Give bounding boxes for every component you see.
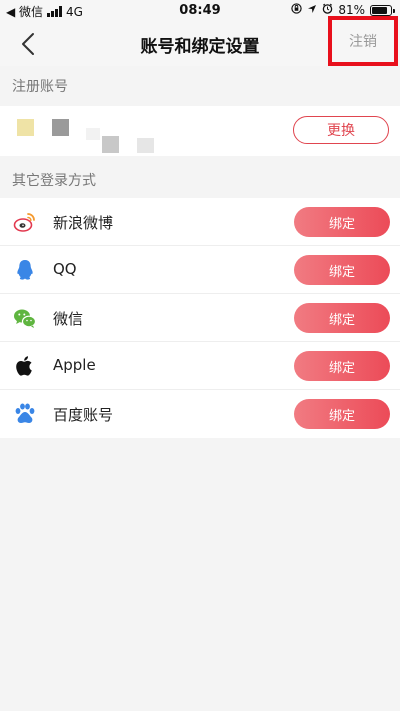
- battery-percent: 81%: [338, 3, 365, 17]
- baidu-icon: [13, 402, 37, 426]
- wechat-icon: [13, 306, 37, 330]
- navigation-bar: 账号和绑定设置 注销: [0, 16, 400, 66]
- bind-qq-button[interactable]: 绑定: [294, 255, 390, 285]
- logout-button[interactable]: 注销: [328, 16, 398, 66]
- method-label-qq: QQ: [53, 260, 77, 278]
- status-right: 81%: [291, 3, 395, 17]
- bind-weibo-button[interactable]: 绑定: [294, 207, 390, 237]
- registered-account-row: 更换: [0, 106, 400, 156]
- bind-apple-button[interactable]: 绑定: [294, 351, 390, 381]
- location-icon: [307, 3, 317, 17]
- chevron-left-icon: [22, 33, 34, 55]
- other-login-methods-header: 其它登录方式: [12, 173, 96, 189]
- login-method-baidu: 百度账号 绑定: [0, 390, 400, 438]
- qq-icon: [13, 258, 37, 282]
- apple-icon: [13, 354, 37, 378]
- method-label-baidu: 百度账号: [53, 406, 114, 424]
- login-method-wechat: 微信 绑定: [0, 294, 400, 342]
- method-label-weibo: 新浪微博: [53, 214, 114, 232]
- alarm-icon: [322, 3, 333, 17]
- login-method-weibo: 新浪微博 绑定: [0, 198, 400, 246]
- login-method-qq: QQ 绑定: [0, 246, 400, 294]
- login-method-apple: Apple 绑定: [0, 342, 400, 390]
- back-button[interactable]: [14, 28, 46, 60]
- method-label-wechat: 微信: [53, 310, 84, 328]
- bind-baidu-button[interactable]: 绑定: [294, 399, 390, 429]
- orientation-lock-icon: [291, 3, 303, 17]
- change-account-button[interactable]: 更换: [293, 116, 389, 144]
- weibo-icon: [13, 210, 37, 234]
- method-label-apple: Apple: [53, 356, 96, 374]
- battery-icon: [370, 4, 395, 16]
- login-methods-list: 新浪微博 绑定 QQ 绑定 微信 绑定 Apple 绑定 百度账号 绑定: [0, 198, 400, 438]
- bind-wechat-button[interactable]: 绑定: [294, 303, 390, 333]
- registered-account-header: 注册账号: [12, 79, 68, 95]
